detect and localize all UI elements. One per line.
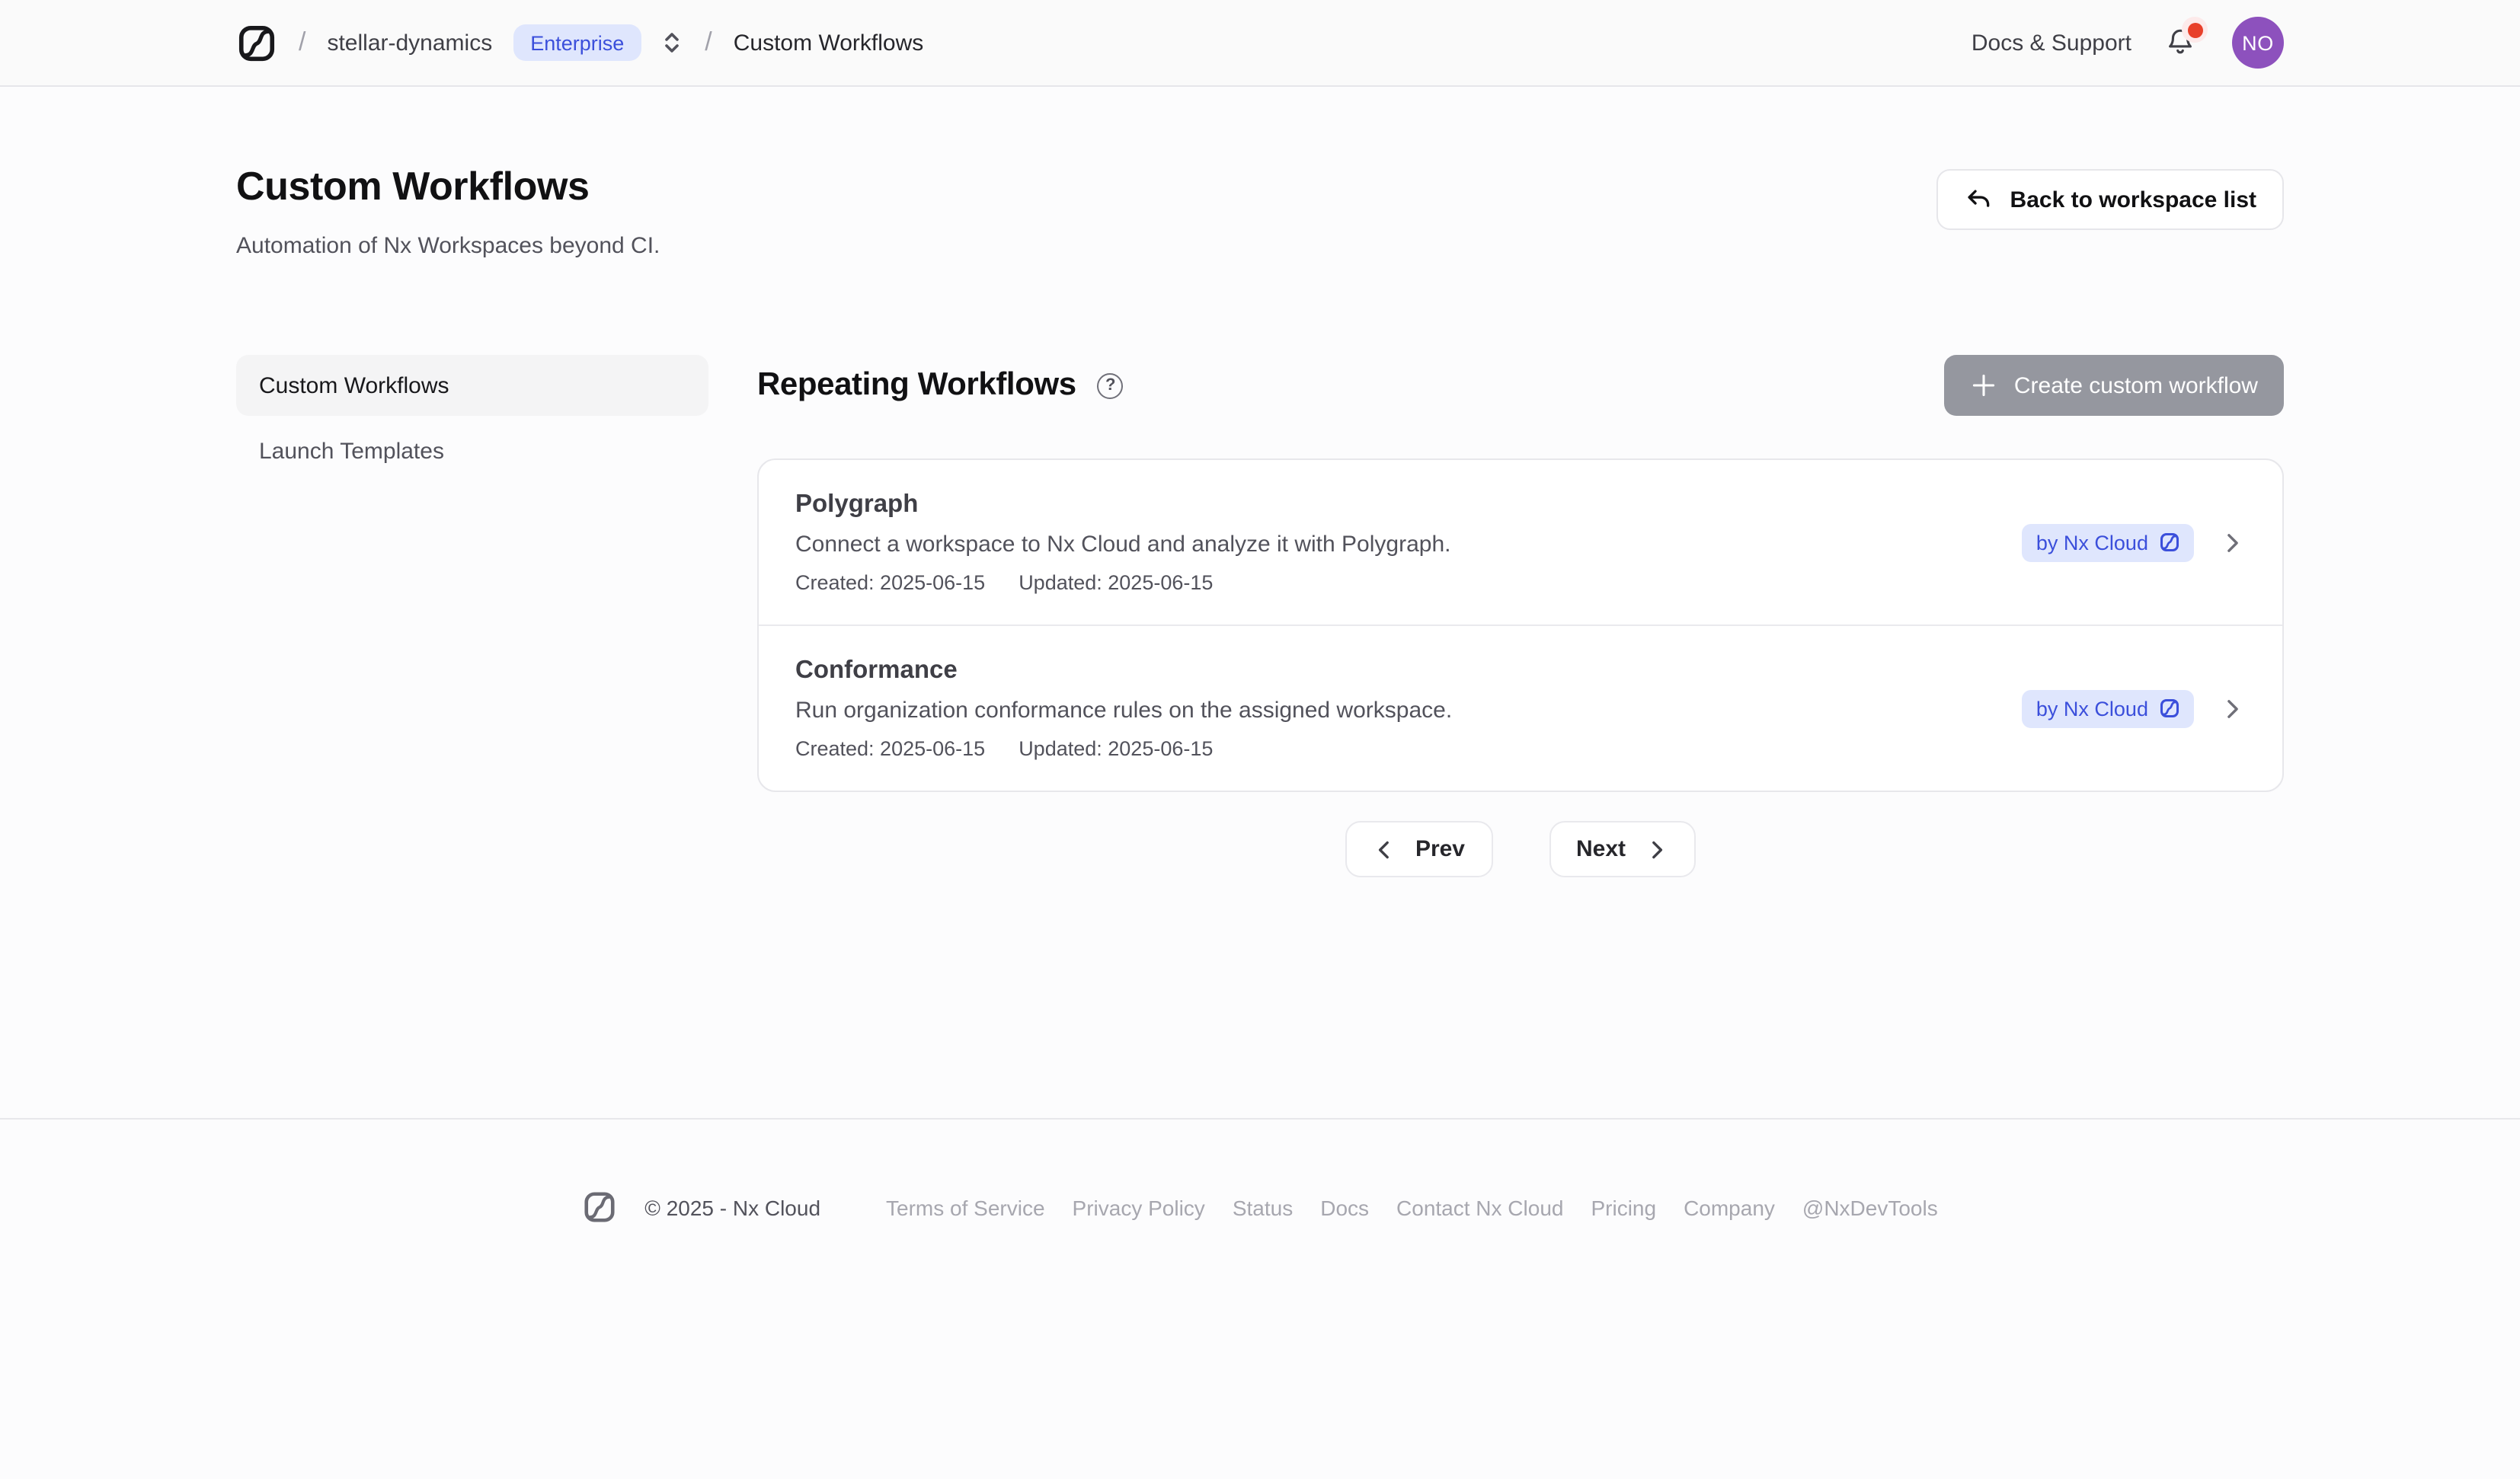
next-label: Next bbox=[1576, 836, 1626, 862]
help-icon[interactable]: ? bbox=[1098, 372, 1124, 398]
chevron-right-icon[interactable] bbox=[2220, 529, 2246, 555]
footer-link-docs[interactable]: Docs bbox=[1320, 1195, 1369, 1219]
footer-link-terms[interactable]: Terms of Service bbox=[886, 1195, 1045, 1219]
create-button-label: Create custom workflow bbox=[2014, 372, 2258, 398]
badge-label: by Nx Cloud bbox=[2036, 531, 2148, 554]
workflows-sidebar: Custom Workflows Launch Templates bbox=[236, 355, 708, 877]
footer-link-contact[interactable]: Contact Nx Cloud bbox=[1396, 1195, 1563, 1219]
badge-label: by Nx Cloud bbox=[2036, 697, 2148, 720]
workflows-list: Polygraph Connect a workspace to Nx Clou… bbox=[757, 458, 2284, 792]
workflow-row-polygraph[interactable]: Polygraph Connect a workspace to Nx Clou… bbox=[759, 460, 2282, 625]
footer-link-privacy[interactable]: Privacy Policy bbox=[1073, 1195, 1205, 1219]
next-page-button[interactable]: Next bbox=[1549, 821, 1696, 877]
prev-label: Prev bbox=[1415, 836, 1465, 862]
section-header: Repeating Workflows ? Create custom work… bbox=[757, 355, 2284, 416]
workflow-updated: Updated: 2025-06-15 bbox=[1019, 737, 1213, 760]
workflow-description: Connect a workspace to Nx Cloud and anal… bbox=[795, 532, 2023, 557]
section-title: Repeating Workflows bbox=[757, 367, 1076, 404]
workflow-updated: Updated: 2025-06-15 bbox=[1019, 571, 1213, 594]
pagination: Prev Next bbox=[757, 821, 2284, 877]
top-navigation-bar: / stellar-dynamics Enterprise / Custom W… bbox=[0, 0, 2520, 87]
workflow-title: Polygraph bbox=[795, 490, 2023, 519]
workflow-description: Run organization conformance rules on th… bbox=[795, 698, 2023, 724]
chevron-right-icon[interactable] bbox=[2220, 695, 2246, 721]
workflow-row-actions: by Nx Cloud bbox=[2023, 689, 2246, 727]
footer-link-nxdevtools[interactable]: @NxDevTools bbox=[1802, 1195, 1938, 1219]
workflow-info: Conformance Run organization conformance… bbox=[795, 656, 2023, 760]
notification-dot bbox=[2187, 22, 2202, 37]
workspace-switcher-icon[interactable] bbox=[659, 30, 683, 55]
nx-glyph-icon bbox=[2159, 698, 2180, 719]
footer-link-status[interactable]: Status bbox=[1233, 1195, 1293, 1219]
breadcrumb-separator: / bbox=[705, 27, 712, 58]
nx-cloud-logo-icon[interactable] bbox=[236, 22, 277, 63]
by-nx-cloud-badge[interactable]: by Nx Cloud bbox=[2023, 689, 2194, 727]
arrow-uturn-left-icon bbox=[1965, 185, 1994, 214]
footer: © 2025 - Nx Cloud Terms of Service Priva… bbox=[0, 1118, 2520, 1225]
plan-badge: Enterprise bbox=[513, 24, 641, 61]
breadcrumb-current-page: Custom Workflows bbox=[734, 30, 924, 56]
workflow-info: Polygraph Connect a workspace to Nx Clou… bbox=[795, 490, 2023, 594]
notifications-bell-icon[interactable] bbox=[2163, 23, 2200, 62]
chevron-right-icon bbox=[1644, 837, 1668, 861]
header-actions: Docs & Support NO bbox=[1972, 17, 2284, 69]
plus-icon bbox=[1970, 372, 1997, 399]
workflow-title: Conformance bbox=[795, 656, 2023, 685]
docs-support-link[interactable]: Docs & Support bbox=[1972, 30, 2131, 56]
workflow-meta: Created: 2025-06-15 Updated: 2025-06-15 bbox=[795, 571, 2023, 594]
chevron-left-icon bbox=[1373, 837, 1397, 861]
breadcrumb-separator: / bbox=[299, 27, 305, 58]
notification-halo bbox=[2182, 17, 2208, 43]
page-title: Custom Workflows bbox=[236, 163, 660, 210]
by-nx-cloud-badge[interactable]: by Nx Cloud bbox=[2023, 523, 2194, 561]
page-subtitle: Automation of Nx Workspaces beyond CI. bbox=[236, 233, 660, 259]
workflow-created: Created: 2025-06-15 bbox=[795, 737, 985, 760]
back-to-workspace-list-button[interactable]: Back to workspace list bbox=[1937, 169, 2284, 230]
breadcrumb: / stellar-dynamics Enterprise / Custom W… bbox=[236, 22, 923, 63]
nx-cloud-footer-logo-icon bbox=[582, 1190, 617, 1225]
user-avatar[interactable]: NO bbox=[2232, 17, 2284, 69]
create-custom-workflow-button[interactable]: Create custom workflow bbox=[1944, 355, 2284, 416]
sidebar-item-custom-workflows[interactable]: Custom Workflows bbox=[236, 355, 708, 416]
workflow-row-conformance[interactable]: Conformance Run organization conformance… bbox=[759, 625, 2282, 791]
workflow-row-actions: by Nx Cloud bbox=[2023, 523, 2246, 561]
breadcrumb-workspace[interactable]: stellar-dynamics bbox=[327, 30, 492, 56]
back-button-label: Back to workspace list bbox=[2010, 187, 2256, 212]
footer-link-pricing[interactable]: Pricing bbox=[1591, 1195, 1656, 1219]
workflow-meta: Created: 2025-06-15 Updated: 2025-06-15 bbox=[795, 737, 2023, 760]
footer-link-company[interactable]: Company bbox=[1684, 1195, 1775, 1219]
nx-glyph-icon bbox=[2159, 532, 2180, 553]
copyright-text: © 2025 - Nx Cloud bbox=[644, 1195, 820, 1219]
page-header: Custom Workflows Automation of Nx Worksp… bbox=[236, 87, 2284, 259]
sidebar-item-launch-templates[interactable]: Launch Templates bbox=[236, 420, 708, 481]
prev-page-button[interactable]: Prev bbox=[1345, 821, 1492, 877]
page: / stellar-dynamics Enterprise / Custom W… bbox=[0, 0, 2520, 1479]
workflow-created: Created: 2025-06-15 bbox=[795, 571, 985, 594]
